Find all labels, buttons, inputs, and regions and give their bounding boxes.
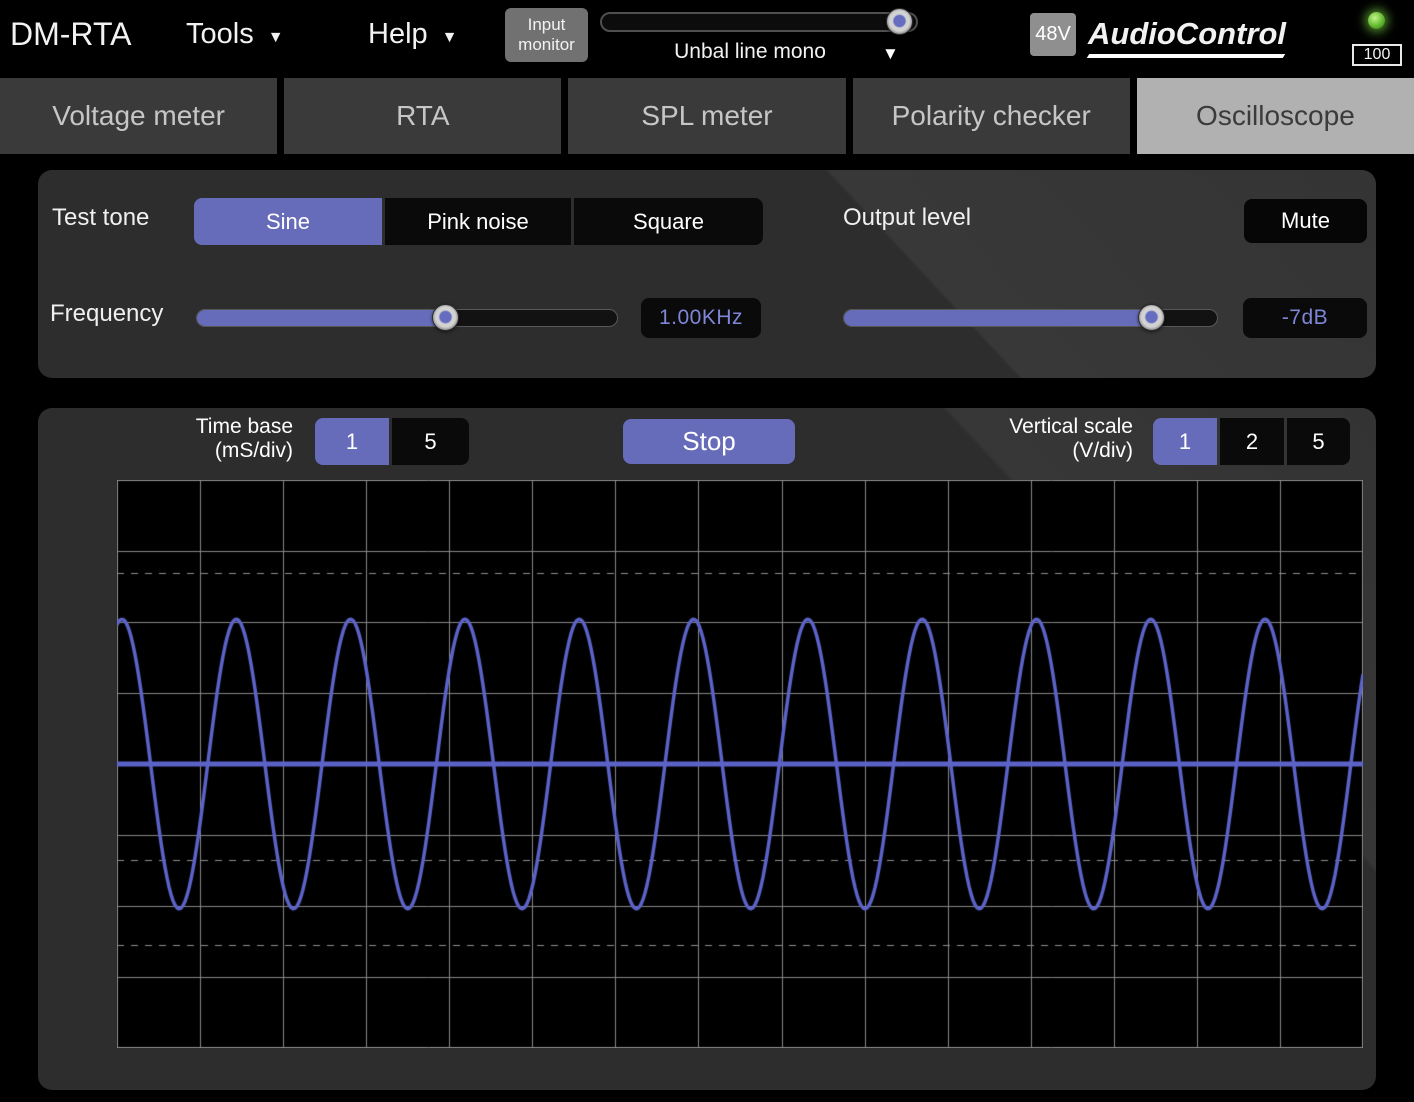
tab-voltage-meter[interactable]: Voltage meter — [0, 78, 277, 154]
battery-indicator: 100 — [1352, 44, 1402, 66]
tone-selector: Sine Pink noise Square — [194, 198, 763, 245]
slider-fill — [844, 310, 1150, 326]
chevron-down-icon: ▼ — [268, 23, 284, 47]
help-menu-label: Help — [368, 18, 428, 51]
vertical-scale-selector: 1 2 5 — [1153, 418, 1350, 465]
tools-menu-label: Tools — [186, 18, 254, 51]
time-base-label-line2: (mS/div) — [118, 439, 293, 463]
pink-noise-button[interactable]: Pink noise — [385, 198, 571, 245]
input-monitor-label-line2: monitor — [518, 35, 575, 55]
vertical-scale-label: Vertical scale (V/div) — [958, 415, 1133, 463]
tab-spl-meter[interactable]: SPL meter — [568, 78, 845, 154]
tab-rta[interactable]: RTA — [284, 78, 561, 154]
tools-menu[interactable]: Tools ▼ — [186, 18, 284, 51]
app-title: DM-RTA — [10, 16, 131, 53]
chevron-down-icon: ▼ — [442, 23, 458, 47]
slider-thumb[interactable] — [886, 8, 913, 35]
vscale-5-button[interactable]: 5 — [1287, 418, 1350, 465]
test-tone-label: Test tone — [52, 204, 149, 232]
stop-button[interactable]: Stop — [623, 419, 795, 464]
vscale-1-button[interactable]: 1 — [1153, 418, 1217, 465]
frequency-label: Frequency — [50, 300, 163, 328]
output-level-label: Output level — [843, 204, 971, 232]
slider-thumb[interactable] — [432, 304, 459, 331]
phantom-48v-button[interactable]: 48V — [1030, 13, 1076, 56]
frequency-slider[interactable] — [196, 304, 618, 332]
time-base-selector: 1 5 — [315, 418, 469, 465]
power-led-icon — [1368, 12, 1385, 29]
time-base-5-button[interactable]: 5 — [392, 418, 469, 465]
time-base-1-button[interactable]: 1 — [315, 418, 389, 465]
input-monitor-button[interactable]: Input monitor — [505, 8, 588, 62]
tab-bar: Voltage meter RTA SPL meter Polarity che… — [0, 78, 1414, 154]
time-base-label-line1: Time base — [118, 415, 293, 439]
time-base-label: Time base (mS/div) — [118, 415, 293, 463]
square-button[interactable]: Square — [574, 198, 763, 245]
mute-button[interactable]: Mute — [1244, 199, 1367, 243]
tab-polarity-checker[interactable]: Polarity checker — [853, 78, 1130, 154]
slider-track[interactable] — [600, 12, 918, 32]
vscale-2-button[interactable]: 2 — [1220, 418, 1284, 465]
top-bar: DM-RTA Tools ▼ Help ▼ Input monitor Unba… — [0, 0, 1414, 76]
input-select-value: Unbal line mono — [674, 40, 826, 63]
frequency-value: 1.00KHz — [641, 298, 761, 338]
tab-oscilloscope[interactable]: Oscilloscope — [1137, 78, 1414, 154]
monitor-level-slider[interactable] — [600, 8, 918, 36]
output-level-value: -7dB — [1243, 298, 1367, 338]
help-menu[interactable]: Help ▼ — [368, 18, 458, 51]
sine-button[interactable]: Sine — [194, 198, 382, 245]
input-select[interactable]: Unbal line mono — [600, 40, 900, 64]
oscilloscope-panel: Time base (mS/div) 1 5 Stop Vertical sca… — [38, 408, 1376, 1090]
scope-display — [117, 480, 1363, 1048]
vertical-scale-label-line1: Vertical scale — [958, 415, 1133, 439]
test-tone-panel: Test tone Sine Pink noise Square Output … — [38, 170, 1376, 378]
output-level-slider[interactable] — [843, 304, 1218, 332]
input-monitor-label-line1: Input — [528, 15, 566, 35]
chevron-down-icon[interactable]: ▼ — [882, 44, 899, 64]
slider-fill — [197, 310, 444, 326]
audiocontrol-logo: AudioControl — [1088, 16, 1286, 55]
vertical-scale-label-line2: (V/div) — [958, 439, 1133, 463]
slider-thumb[interactable] — [1138, 304, 1165, 331]
